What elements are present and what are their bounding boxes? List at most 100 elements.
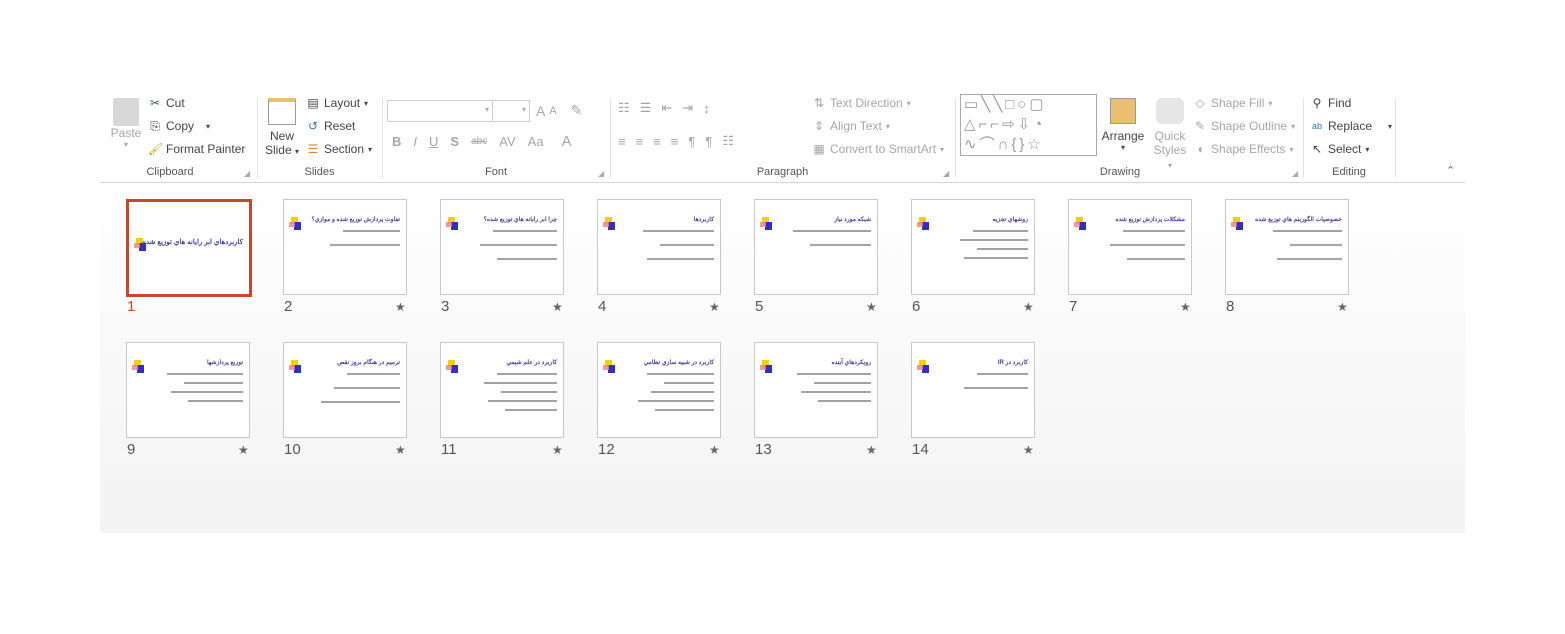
bullet-line [334,387,400,389]
char-spacing-button[interactable]: AV [499,134,515,149]
slide-thumbnail[interactable]: کاربرد در علم شيمي [440,342,564,438]
bullet-line [1127,258,1185,260]
slide-thumbnail[interactable]: روشهاي تجزيه [911,199,1035,295]
bullet-line [797,373,871,375]
text-direction-button[interactable]: ⇅ Text Direction ▾ [812,96,911,110]
strikethrough-button[interactable]: abc [471,136,487,147]
justify-icon[interactable]: ≡ [671,134,679,149]
shadow-button[interactable]: S [450,134,459,149]
slide-thumbnail[interactable]: مشکلات پردازش توزيع شده [1068,199,1192,295]
bullet-line [501,391,557,393]
convert-smartart-button[interactable]: ▦ Convert to SmartArt ▾ [812,142,944,156]
font-name-select[interactable]: ▾ [387,100,493,122]
align-right-icon[interactable]: ≡ [653,134,661,149]
underline-button[interactable]: U [429,134,438,149]
paintbrush-icon: 🖌 [148,142,164,156]
star-icon[interactable]: ★ [552,300,563,314]
dialog-launcher-icon[interactable]: ◢ [244,169,250,178]
replace-button[interactable]: ab Replace ▾ [1310,119,1392,133]
slide-thumbnail[interactable]: تفاوت پردازش توزيع شده و موازي؟ [283,199,407,295]
star-icon[interactable]: ★ [395,443,406,457]
slide-number: 12 [598,441,615,458]
copy-button[interactable]: ⎘ Copy ▾ [148,119,210,133]
bullet-line [660,244,714,246]
new-slide-button[interactable]: New Slide ▾ [262,98,302,157]
star-icon[interactable]: ★ [1023,443,1034,457]
star-icon[interactable]: ★ [866,300,877,314]
slide-thumbnail[interactable]: کاربرد در IR [911,342,1035,438]
logo-icon [1231,217,1243,231]
section-button[interactable]: ☰ Section ▾ [306,142,372,156]
smartart-icon: ▦ [813,142,825,156]
paste-button[interactable]: Paste ▾ [108,98,144,149]
font-size-select[interactable]: ▾ [492,100,530,122]
shape-effects-button[interactable]: ◖ Shape Effects ▾ [1193,142,1293,156]
arrange-button[interactable]: Arrange ▾ [1098,98,1148,152]
bullet-line [960,239,1028,241]
slide-thumbnail[interactable]: چرا ابر رايانه هاي توزيع شده؟ [440,199,564,295]
columns-icon[interactable]: ☷ [722,133,734,149]
slide-title: شبکه مورد نياز [834,217,871,223]
quick-styles-button[interactable]: Quick Styles ▾ [1150,98,1190,171]
reset-button[interactable]: ↺ Reset [306,119,355,133]
font-group-label: Font [484,166,507,178]
slide-thumbnail[interactable]: خصوصيات الگوريتم هاي توزيع شده [1225,199,1349,295]
numbering-icon[interactable]: ☰ [640,100,652,116]
bullet-line [184,382,243,384]
decrease-indent-icon[interactable]: ⇤ [661,100,672,116]
star-icon[interactable]: ★ [238,443,249,457]
find-button[interactable]: ⚲ Find [1310,96,1352,110]
slide-number: 5 [755,298,764,315]
slides-group-label: Slides [304,166,335,178]
star-icon[interactable]: ★ [1337,300,1348,314]
bullet-line [647,373,714,375]
slide-thumbnail[interactable]: کاربرد در شبيه سازي نظامي [597,342,721,438]
grow-font-button[interactable]: A [536,103,545,119]
star-icon[interactable]: ★ [866,443,877,457]
line-spacing-icon[interactable]: ↕ [703,101,710,116]
slide-thumbnail[interactable]: شبکه مورد نياز [754,199,878,295]
increase-indent-icon[interactable]: ⇥ [682,100,693,116]
reset-label: Reset [324,119,356,133]
italic-button[interactable]: I [413,134,417,149]
change-case-button[interactable]: Aa [528,134,544,149]
bullet-line [493,230,557,232]
slide-title: رويکردهاي آينده [831,360,871,366]
align-left-icon[interactable]: ≡ [618,134,626,149]
star-icon[interactable]: ★ [552,443,563,457]
slide-title: کاربرد در شبيه سازي نظامي [643,360,714,366]
star-icon[interactable]: ★ [1180,300,1191,314]
bullet-line [977,373,1028,375]
align-center-icon[interactable]: ≡ [636,134,644,149]
star-icon[interactable]: ★ [395,300,406,314]
slide-thumbnail[interactable]: کاربردهاي ابر رايانه هاي توزيع شده [126,199,252,297]
layout-button[interactable]: ▤ Layout ▾ [306,96,368,110]
rtl-icon[interactable]: ¶ [705,134,712,149]
dialog-launcher-icon[interactable]: ◢ [1292,169,1298,178]
star-icon[interactable]: ★ [709,300,720,314]
clear-format-icon[interactable]: ✎ [571,102,583,119]
cut-button[interactable]: ✂ Cut [148,96,185,110]
shape-fill-button[interactable]: ◇ Shape Fill ▾ [1193,96,1272,110]
slide-thumbnail[interactable]: رويکردهاي آينده [754,342,878,438]
bullets-icon[interactable]: ☷ [618,100,630,116]
shrink-font-button[interactable]: A [549,105,556,117]
shape-outline-button[interactable]: ✎ Shape Outline ▾ [1193,119,1295,133]
shapes-gallery[interactable]: ▭╲╲□○▢ △⌐⌐⇨⇩◔ ∿⌒∩{}☆ [960,94,1097,156]
dialog-launcher-icon[interactable]: ◢ [598,169,604,178]
ltr-icon[interactable]: ¶ [688,134,695,149]
select-button[interactable]: ↖ Select ▾ [1310,142,1369,156]
slide-thumbnail[interactable]: توزيع پردازشها [126,342,250,438]
bold-button[interactable]: B [392,134,401,149]
collapse-ribbon-icon[interactable]: ⌃ [1446,164,1455,177]
align-text-button[interactable]: ⇕ Align Text ▾ [812,119,890,133]
slide-thumbnail[interactable]: ترميم در هنگام بروز نقص [283,342,407,438]
font-color-button[interactable]: A [562,133,572,150]
layout-label: Layout [324,96,361,110]
star-icon[interactable]: ★ [1023,300,1034,314]
slide-thumbnail[interactable]: کاربردها [597,199,721,295]
bullet-line [977,248,1028,250]
format-painter-button[interactable]: 🖌 Format Painter [148,142,245,156]
dialog-launcher-icon[interactable]: ◢ [943,169,949,178]
star-icon[interactable]: ★ [709,443,720,457]
